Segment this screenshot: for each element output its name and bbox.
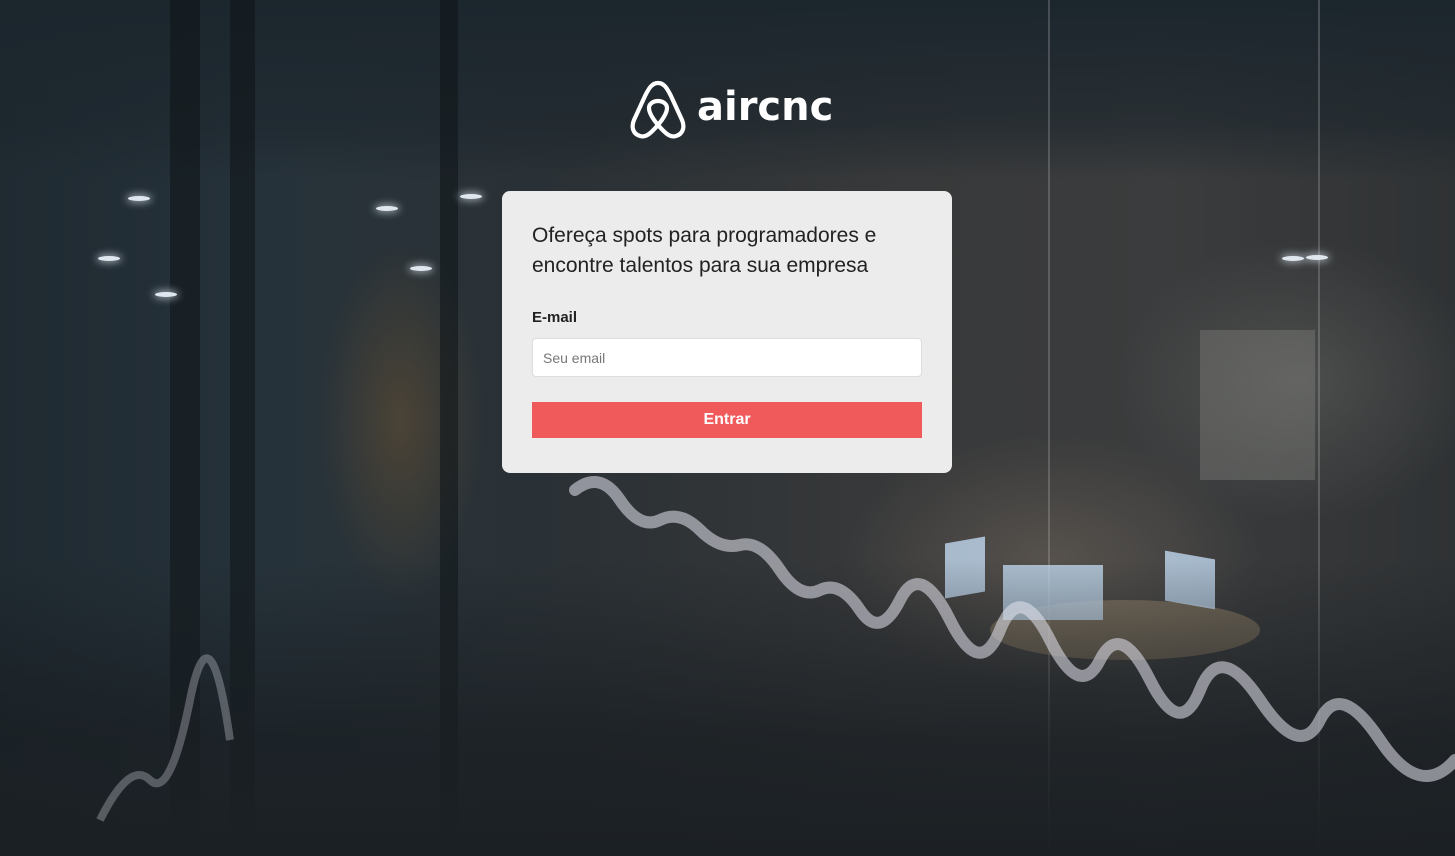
submit-button[interactable]: Entrar — [532, 402, 922, 438]
email-label: E-mail — [532, 309, 578, 326]
brand-name: aircnc — [697, 84, 834, 130]
login-form: E-mail Entrar — [532, 309, 922, 438]
card-heading: Ofereça spots para programadores e encon… — [532, 224, 877, 277]
email-input[interactable] — [532, 338, 922, 377]
brand-logo: aircnc — [628, 76, 833, 142]
login-card: Ofereça spots para programadores e encon… — [502, 191, 952, 473]
airbnb-belo-icon — [630, 80, 686, 139]
